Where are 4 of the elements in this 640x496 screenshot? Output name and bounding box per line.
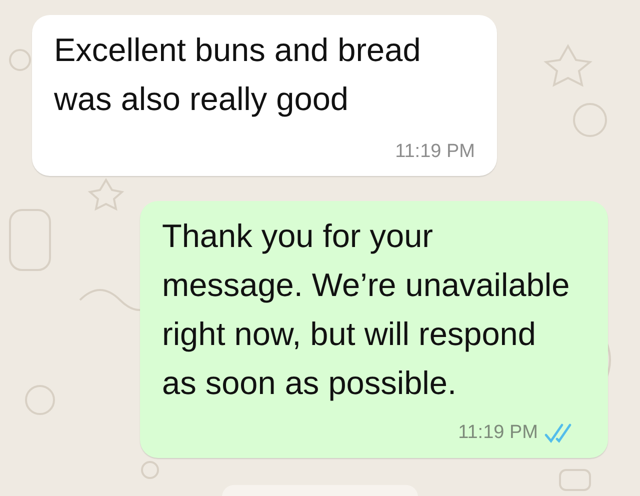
message-time: 11:19 PM [458,422,538,444]
message-text: Excellent buns and bread was also really good [54,31,422,119]
message-time: 11:19 PM [395,141,475,163]
message-text: Thank you for your message. We’re unavailable right now, but will respond as soon as possible. [162,217,571,403]
